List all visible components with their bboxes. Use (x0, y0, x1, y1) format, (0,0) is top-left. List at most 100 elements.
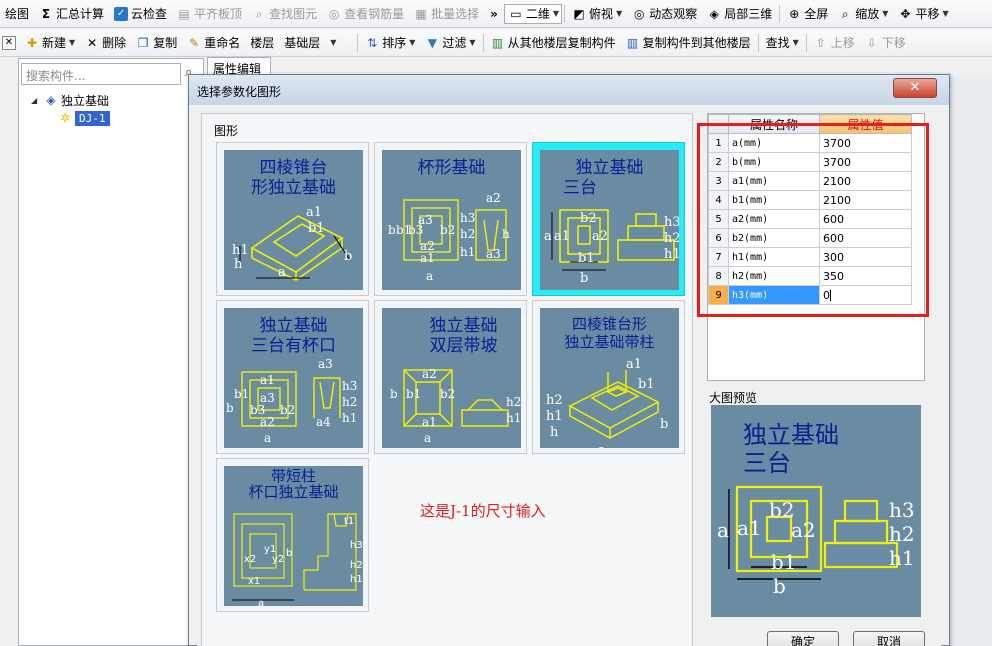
dim-label: h3 (460, 211, 475, 225)
view-mode-combo[interactable]: ▭ 二维 ▼ (503, 3, 563, 24)
zoom-icon: ⌕ (841, 6, 849, 21)
shape-thumbnail: 四棱锥台 形独立基础 a1 b1 h1 h a b (224, 150, 363, 290)
gear-icon: ✲ (59, 111, 71, 125)
dim-label: h (234, 257, 243, 272)
tree-root-label: 独立基础 (61, 93, 110, 108)
toolbar-overflow[interactable]: » (484, 2, 504, 26)
toolbar-local-3d[interactable]: ◈ 局部三维 (702, 2, 777, 26)
property-value-input[interactable]: 2100 (819, 190, 912, 210)
shape-cell-three-step-cup-foundation[interactable]: 独立基础 三台有杯口 a3 a1 b1 a3 b b3 b2 a2 a a4 h… (216, 300, 369, 454)
toolbar-divider (805, 33, 807, 52)
toolbar-orbit[interactable]: ◎ 动态观察 (627, 2, 702, 26)
tree-item-dj-1[interactable]: ✲ DJ-1 (55, 109, 110, 127)
copy-to-floor-button[interactable]: ▥ 复制构件到其他楼层 (621, 31, 756, 55)
cancel-button[interactable]: 取消 (853, 631, 925, 646)
move-down-button[interactable]: ⇩ 下移 (860, 31, 911, 55)
dialog-close-button[interactable]: ✕ (893, 78, 937, 98)
shape-cell-pyramid-column-foundation[interactable]: 四棱锥台形 独立基础带柱 a1 b1 h2 h1 h b (532, 300, 685, 454)
filter-button[interactable]: ▼ 过滤 ▼ (420, 31, 480, 55)
tree-item-root[interactable]: ◢ ◈ 独立基础 (31, 91, 110, 109)
shape-cell-three-step-foundation[interactable]: 独立基础 三台 b2 a1 a2 a b1 b h3 h2 h1 (532, 142, 685, 296)
dim-label: h2 (889, 522, 915, 546)
shape-cell-two-layer-slope-foundation[interactable]: 独立基础 双层带坡 a2 b1 b2 b a1 a h2 h1 (374, 300, 527, 454)
sort-button[interactable]: ⇅ 排序 ▼ (360, 31, 420, 55)
copy-button[interactable]: ❐ 复制 (131, 31, 182, 55)
copy-from-floor-button[interactable]: ▥ 从其他楼层复制构件 (486, 31, 621, 55)
dim-label: h2 (460, 227, 475, 241)
property-value-input[interactable]: 300 (819, 247, 912, 267)
ok-button[interactable]: 确定 (767, 631, 839, 646)
property-value-input[interactable]: 3700 (819, 133, 912, 153)
row-index: 4 (708, 190, 729, 210)
toolbar-draw[interactable]: 绘图 (0, 2, 34, 26)
tree-collapse-icon[interactable]: ◢ (31, 96, 41, 105)
dim-label: h1 (546, 409, 563, 424)
property-name: a2(mm) (728, 209, 820, 229)
floor-select[interactable]: 基础层 ▼ (279, 31, 355, 55)
property-value-input[interactable]: 2100 (819, 171, 912, 191)
table-row[interactable]: 3 a1(mm) 2100 (708, 171, 912, 191)
new-icon: ✚ (26, 35, 38, 50)
property-value-input[interactable]: 350 (819, 266, 912, 286)
toolbar-find-element[interactable]: ⌕ 查找图元 (247, 2, 322, 26)
shape-cell-short-column-cup-foundation[interactable]: 带短柱 杯口独立基础 a b x1 x2 y1 y2 h1 h2 h3 t1 (216, 458, 369, 612)
dim-label: b (773, 574, 786, 598)
toolbar-zoom[interactable]: ⌕ 缩放 ▼ (833, 2, 893, 26)
table-row[interactable]: 2 b(mm) 3700 (708, 152, 912, 172)
move-up-button[interactable]: ⇧ 上移 (809, 31, 860, 55)
toolbar-rebar-view[interactable]: ◎ 查看钢筋量 (322, 2, 409, 26)
dim-label: a1 (306, 205, 322, 220)
dimension-note: 这是J-1的尺寸输入 (420, 502, 546, 520)
table-row[interactable]: 8 h2(mm) 350 (708, 266, 912, 286)
toolbar-fullscreen[interactable]: ⊕ 全屏 (782, 2, 833, 26)
toolbar-align-top[interactable]: ▤ 平齐板顶 (172, 2, 247, 26)
shape-thumbnail: 带短柱 杯口独立基础 a b x1 x2 y1 y2 h1 h2 h3 t1 (224, 466, 363, 606)
panel-close-icon[interactable]: ✕ (2, 35, 16, 50)
find-button[interactable]: 查找 ▼ (761, 31, 804, 55)
row-index: 8 (708, 266, 729, 286)
toolbar-cloud-check[interactable]: ✓ 云检查 (109, 2, 172, 26)
table-row[interactable]: 5 a2(mm) 600 (708, 209, 912, 229)
toolbar-top-view[interactable]: ◩ 俯视 ▼ (567, 2, 627, 26)
property-table: 属性名称 属性值 1 a(mm) 3700 2 b(mm) 3700 3 a1(mm) 21… (708, 114, 912, 305)
property-value-input[interactable]: 600 (819, 209, 912, 229)
new-button[interactable]: ✚ 新建 ▼ (20, 31, 80, 55)
toolbar-pan[interactable]: ✥ 平移 ▼ (893, 2, 953, 26)
dim-label: b3 (408, 223, 423, 237)
property-value-input[interactable]: 3700 (819, 152, 912, 172)
property-value-text: 0 (823, 288, 830, 302)
row-index: 5 (708, 209, 729, 229)
table-row[interactable]: 7 h1(mm) 300 (708, 247, 912, 267)
dim-label: h1 (889, 546, 915, 570)
toolbar-summary-calc[interactable]: Σ 汇总计算 (34, 2, 109, 26)
table-row[interactable]: 6 b2(mm) 600 (708, 228, 912, 248)
tree-child-label: DJ-1 (75, 110, 110, 126)
table-row[interactable]: 4 b1(mm) 2100 (708, 190, 912, 210)
delete-button[interactable]: ✕ 删除 (80, 31, 131, 55)
text-caret (830, 290, 831, 301)
shape-thumbnail: 独立基础 三台有杯口 a3 a1 b1 a3 b b3 b2 a2 a a4 h… (224, 308, 363, 448)
table-row[interactable]: 1 a(mm) 3700 (708, 133, 912, 153)
shape-cell-pyramid-foundation[interactable]: 四棱锥台 形独立基础 a1 b1 h1 h a b (216, 142, 369, 296)
dim-label: h2 (350, 560, 363, 571)
chevron-down-icon: ▼ (469, 38, 476, 47)
property-value-input[interactable]: 600 (819, 228, 912, 248)
toolbar-divider (779, 4, 781, 23)
cloud-check-icon: ✓ (114, 6, 129, 21)
dim-label: a (264, 431, 271, 445)
dim-label: h1 (664, 247, 679, 262)
toolbar-batch-select[interactable]: ▦ 批量选择 (409, 2, 484, 26)
dim-label: b (390, 387, 398, 401)
shape-cell-cup-foundation[interactable]: 杯形基础 a2 a3 a2 b b1 b3 b2 a1 a h3 h2 h1 a… (374, 142, 527, 296)
shape-drawing: b2 a1 a2 a b1 b h3 h2 h1 (544, 209, 679, 286)
property-name: h3(mm) (728, 285, 820, 305)
component-search-input[interactable]: 搜索构件... (21, 63, 181, 85)
dim-label: h (502, 227, 510, 241)
row-index: 9 (708, 285, 729, 305)
dim-label: a (717, 518, 729, 542)
local-3d-icon: ◈ (709, 6, 719, 21)
rename-button[interactable]: ✎ 重命名 (182, 31, 245, 55)
table-row-active[interactable]: 9 h3(mm) 0 (708, 285, 912, 305)
property-value-input[interactable]: 0 (819, 285, 912, 305)
dialog-titlebar[interactable]: 选择参数化图形 ✕ (189, 75, 949, 105)
